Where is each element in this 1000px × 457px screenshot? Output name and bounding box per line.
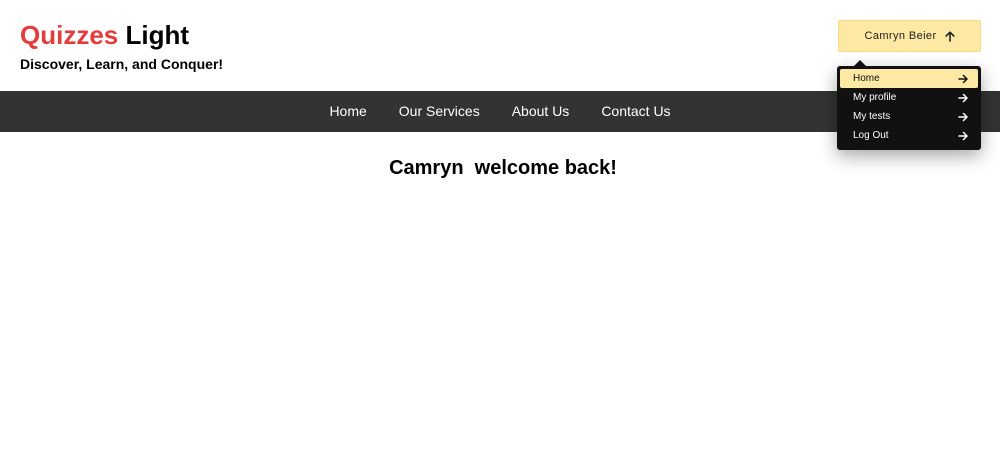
dropdown-item-label: Log Out xyxy=(853,130,889,141)
dropdown-item-my-profile[interactable]: My profile xyxy=(840,88,978,107)
arrow-right-icon xyxy=(958,93,968,103)
welcome-heading: Camryn welcome back! xyxy=(389,157,617,179)
user-name-label: Camryn Beier xyxy=(864,30,937,42)
tagline: Discover, Learn, and Conquer! xyxy=(20,56,224,72)
dropdown-item-label: My profile xyxy=(853,92,897,103)
dropdown-item-my-tests[interactable]: My tests xyxy=(840,107,978,126)
dropdown-item-label: Home xyxy=(853,73,880,84)
nav-item-contact-us[interactable]: Contact Us xyxy=(585,91,686,132)
brand-accent-text: Quizzes xyxy=(20,20,119,50)
brand-logo[interactable]: Quizzes Light xyxy=(20,19,189,51)
arrow-right-icon xyxy=(958,112,968,122)
brand-rest-text: Light xyxy=(125,20,190,50)
dropdown-item-label: My tests xyxy=(853,111,891,122)
user-menu-button[interactable]: Camryn Beier xyxy=(838,20,981,52)
arrow-right-icon xyxy=(958,74,968,84)
nav-item-home[interactable]: Home xyxy=(313,91,382,132)
nav-item-about-us[interactable]: About Us xyxy=(496,91,586,132)
arrow-right-icon xyxy=(958,131,968,141)
arrow-up-icon xyxy=(944,30,955,42)
dropdown-item-log-out[interactable]: Log Out xyxy=(840,126,978,145)
dropdown-item-home[interactable]: Home xyxy=(840,69,978,88)
user-dropdown-menu: Home My profile My tests Log Out xyxy=(837,66,981,150)
nav-item-our-services[interactable]: Our Services xyxy=(383,91,496,132)
